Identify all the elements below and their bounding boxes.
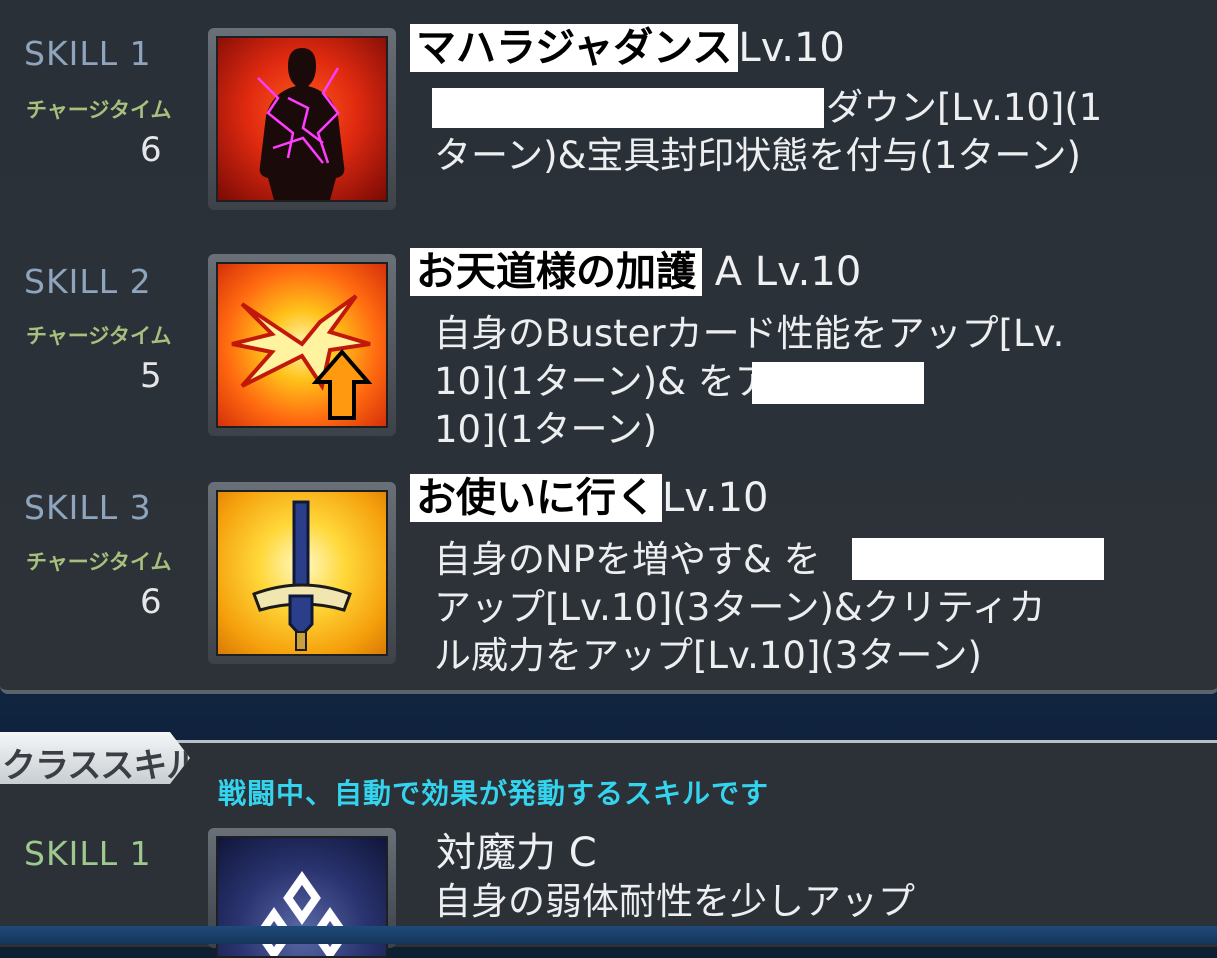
skill-name: お天道様の加護 A Lv.10 [410, 248, 861, 296]
skill-rank: A Lv.10 [714, 249, 862, 295]
skill-rank: Lv.10 [738, 25, 845, 71]
buster-up-icon [216, 262, 388, 428]
skill-icon-button[interactable] [208, 28, 396, 210]
skill-name-label: お天道様の加護 [410, 248, 702, 296]
charge-time-value: 6 [140, 582, 162, 622]
tab-class-skills[interactable]: クラススキル [0, 732, 190, 784]
charge-time-label: チャージタイム [26, 550, 172, 574]
charge-time-value: 5 [140, 356, 162, 396]
charge-time-value: 6 [140, 130, 162, 170]
skill-icon-button[interactable] [208, 482, 396, 664]
charge-time-label: チャージタイム [26, 98, 172, 122]
tab-label: クラススキル [2, 746, 200, 786]
skill-slot-label: SKILL 1 [24, 834, 152, 873]
skill-name: 対魔力 C [436, 830, 597, 876]
redaction-box [852, 538, 1104, 580]
skill-name: マハラジャダンス Lv.10 [410, 24, 845, 72]
skill-slot-label: SKILL 2 [24, 262, 152, 301]
skill-slot-label: SKILL 3 [24, 488, 152, 527]
skill-icon-button[interactable] [208, 254, 396, 436]
skill-name: お使いに行く Lv.10 [410, 474, 768, 522]
class-skill-info-text: 戦闘中、自動で効果が発動するスキルです [218, 777, 770, 810]
skill-slot-label: SKILL 1 [24, 34, 152, 73]
redaction-box [752, 362, 924, 404]
skill-name-label: マハラジャダンス [410, 24, 739, 72]
cursed-silhouette-icon [216, 36, 388, 202]
sword-icon [216, 490, 388, 656]
skill-name-label: お使いに行く [410, 474, 662, 522]
screen-bottom-edge [0, 926, 1217, 944]
skill-rank: Lv.10 [662, 475, 769, 521]
skill-description: 自身の弱体耐性を少しアップ [434, 880, 915, 923]
redaction-box [432, 88, 824, 128]
charge-time-label: チャージタイム [26, 324, 172, 348]
